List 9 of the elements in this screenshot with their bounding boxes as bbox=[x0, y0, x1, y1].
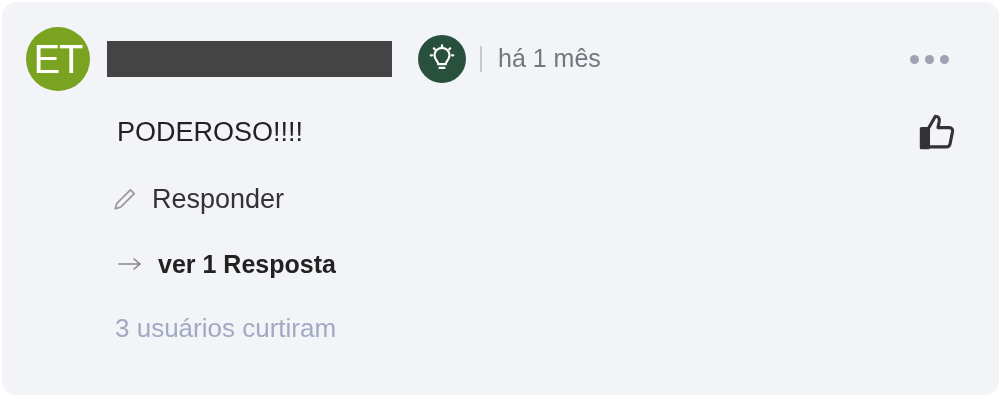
timestamp: há 1 mês bbox=[498, 43, 601, 75]
lightbulb-icon bbox=[418, 35, 466, 83]
pencil-icon bbox=[112, 186, 138, 213]
view-replies-link[interactable]: ver 1 Resposta bbox=[118, 245, 336, 283]
reply-button[interactable]: Responder bbox=[112, 179, 285, 220]
comment-text: PODEROSO!!!! bbox=[117, 115, 304, 149]
likes-summary: 3 usuários curtiram bbox=[115, 312, 337, 345]
arrow-icon bbox=[118, 257, 142, 272]
avatar: ET bbox=[26, 27, 90, 91]
